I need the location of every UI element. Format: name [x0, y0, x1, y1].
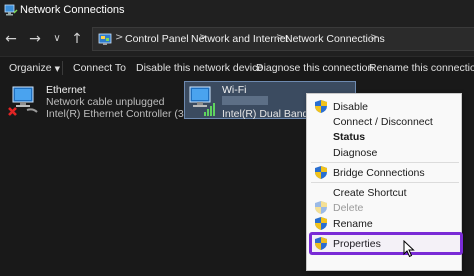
connection-status-redacted [222, 96, 268, 105]
menu-item-delete: Delete [333, 202, 364, 214]
mouse-cursor-icon [403, 240, 415, 258]
connection-ethernet[interactable]: Ethernet Network cable unplugged Intel(R… [0, 78, 213, 122]
connection-status: Network cable unplugged [46, 96, 165, 108]
breadcrumb-separator[interactable]: > [276, 32, 284, 43]
command-bar: Organize ▼ Connect To Disable this networ… [0, 56, 474, 78]
breadcrumb-separator[interactable]: > [370, 32, 378, 43]
title-bar: Network Connections [0, 0, 474, 22]
menu-item-status[interactable]: Status [333, 131, 365, 143]
breadcrumb-network-and-internet[interactable]: Network and Internet [191, 33, 288, 45]
shield-icon [315, 201, 327, 214]
divider [62, 61, 63, 75]
recent-locations-dropdown[interactable]: ∨ [48, 30, 66, 48]
shield-icon [315, 166, 327, 179]
organize-button[interactable]: Organize ▼ [9, 62, 60, 74]
breadcrumb-control-panel[interactable]: Control Panel [125, 33, 189, 45]
menu-item-connect-disconnect[interactable]: Connect / Disconnect [333, 116, 433, 128]
menu-item-diagnose[interactable]: Diagnose [333, 147, 377, 159]
diagnose-connection-button[interactable]: Diagnose this connection [256, 62, 373, 74]
up-button[interactable]: ↑ [68, 30, 86, 48]
menu-item-disable[interactable]: Disable [333, 101, 368, 113]
shield-icon [315, 217, 327, 230]
connect-to-button[interactable]: Connect To [73, 62, 126, 74]
rename-connection-button[interactable]: Rename this connection [369, 62, 474, 74]
menu-separator [311, 182, 459, 183]
menu-item-rename[interactable]: Rename [333, 218, 373, 230]
window-title: Network Connections [20, 4, 125, 16]
disable-network-device-button[interactable]: Disable this network device [136, 62, 263, 74]
back-button[interactable]: ← [2, 30, 20, 48]
network-connections-icon [4, 4, 18, 16]
breadcrumb-separator: > [115, 32, 124, 43]
menu-separator [311, 162, 459, 163]
address-bar[interactable]: > Control Panel > Network and Internet >… [92, 27, 474, 51]
chevron-down-icon: ▼ [54, 65, 60, 73]
control-panel-icon [98, 33, 112, 45]
ethernet-disconnected-icon [8, 86, 38, 116]
shield-icon [315, 100, 327, 113]
navigation-bar: ← → ∨ ↑ > Control Panel > Network and In… [0, 22, 474, 56]
properties-highlight-box [309, 232, 463, 255]
connection-name: Wi-Fi [222, 84, 247, 96]
wifi-adapter-icon [189, 86, 215, 116]
menu-item-bridge-connections[interactable]: Bridge Connections [333, 167, 425, 179]
menu-item-create-shortcut[interactable]: Create Shortcut [333, 187, 407, 199]
forward-button[interactable]: → [26, 30, 44, 48]
connection-name: Ethernet [46, 84, 86, 96]
